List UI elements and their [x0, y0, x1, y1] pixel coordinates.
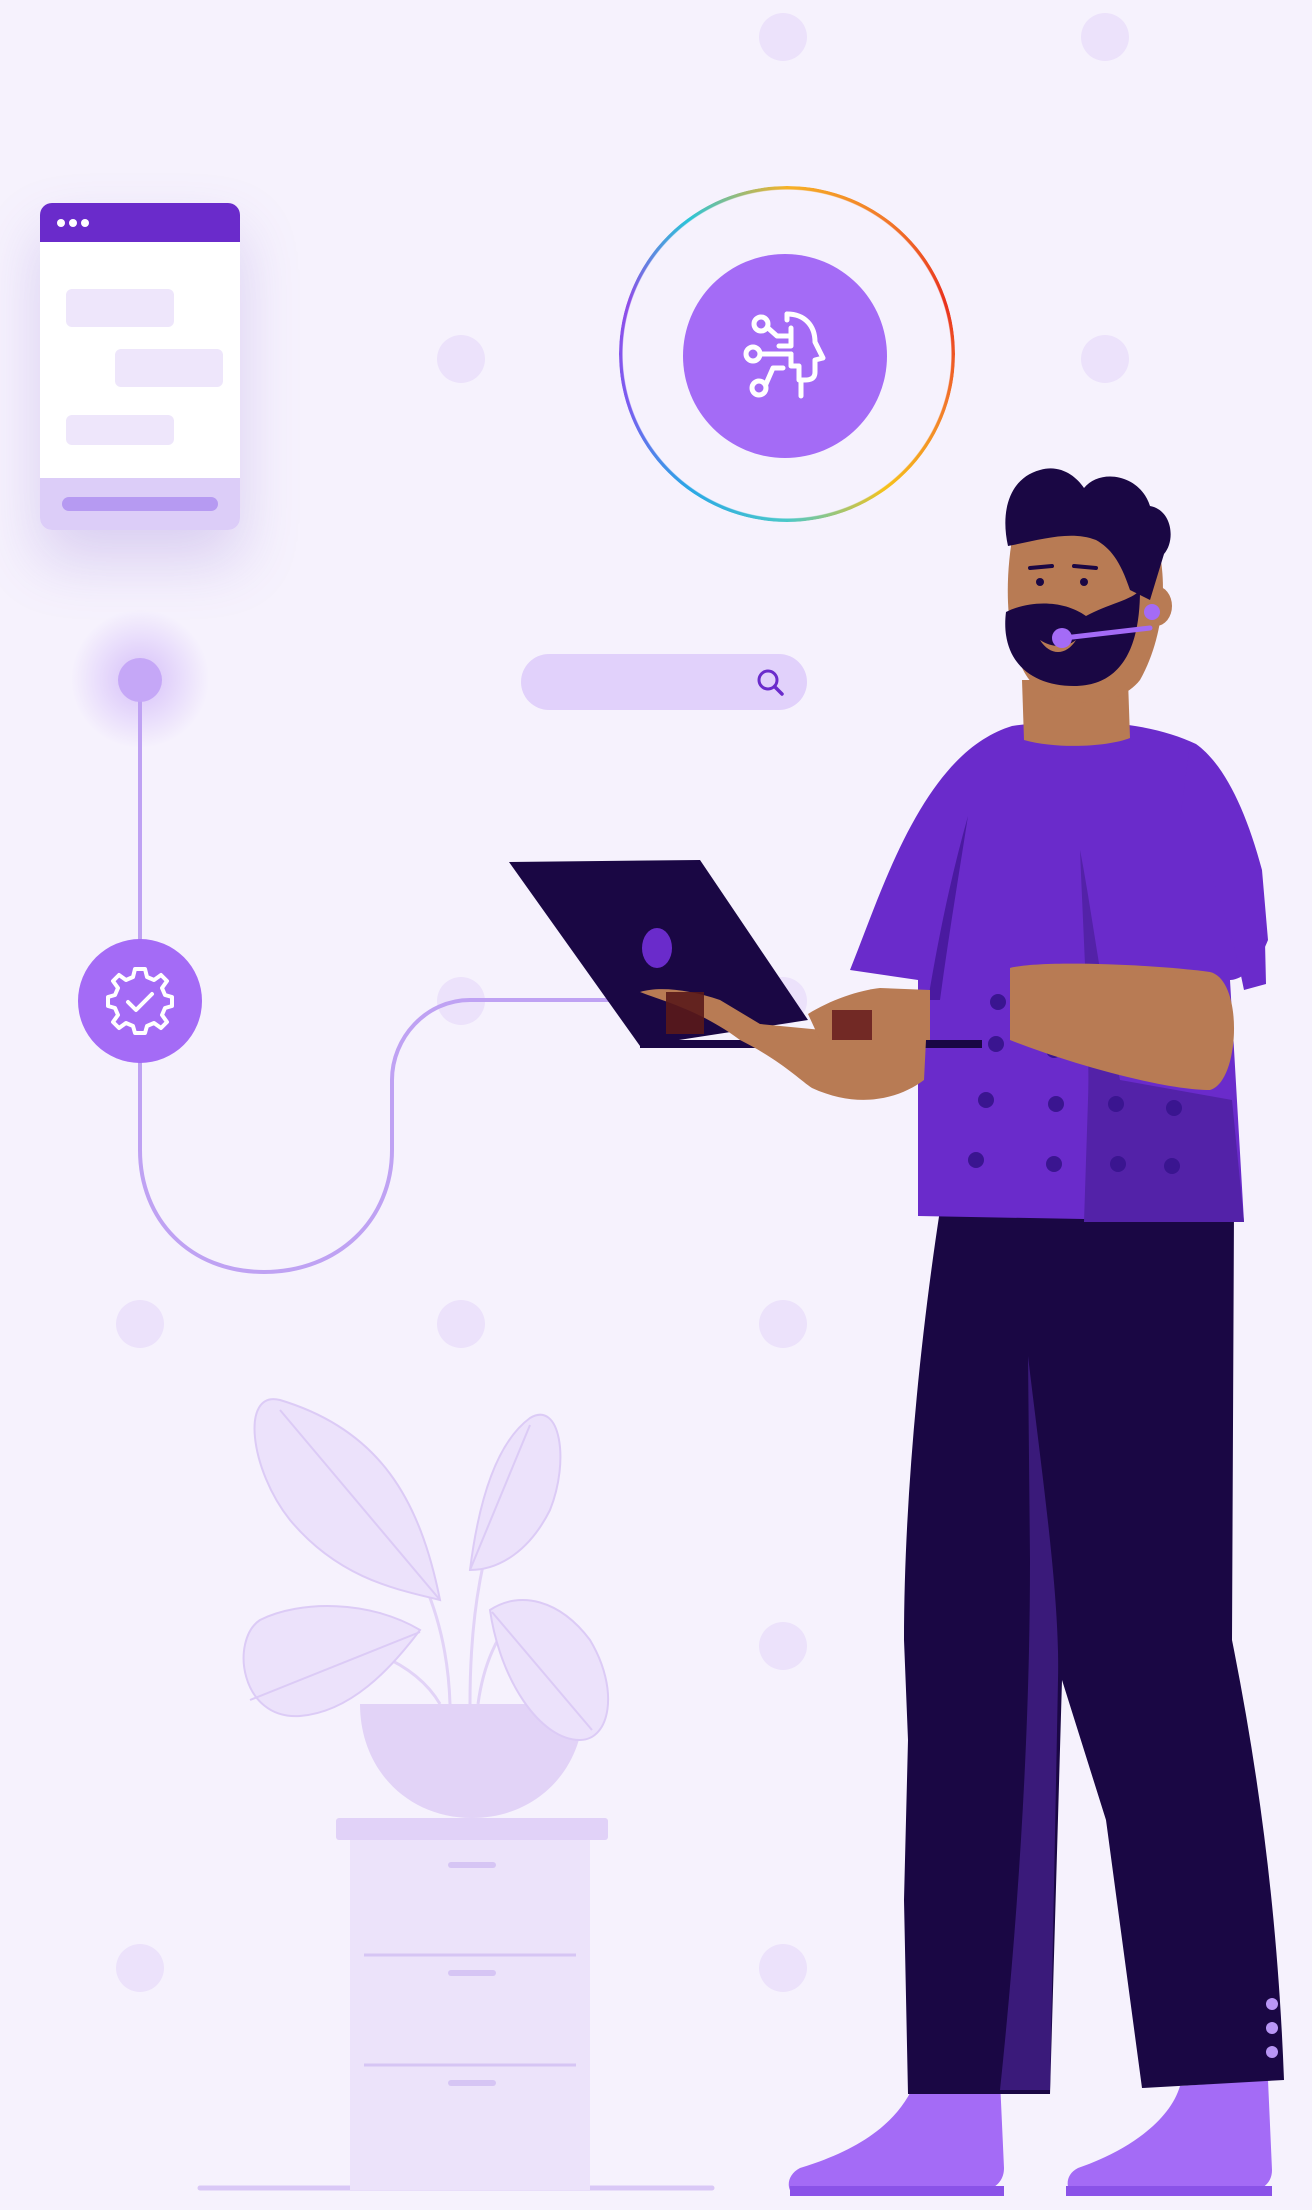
- pants: [904, 1210, 1284, 2094]
- support-agent-figure: [509, 468, 1284, 2196]
- illustration-canvas: [0, 0, 1312, 2210]
- left-shoe: [788, 2080, 1004, 2196]
- right-shoe: [1067, 2080, 1272, 2196]
- laptop-logo-icon: [642, 928, 672, 968]
